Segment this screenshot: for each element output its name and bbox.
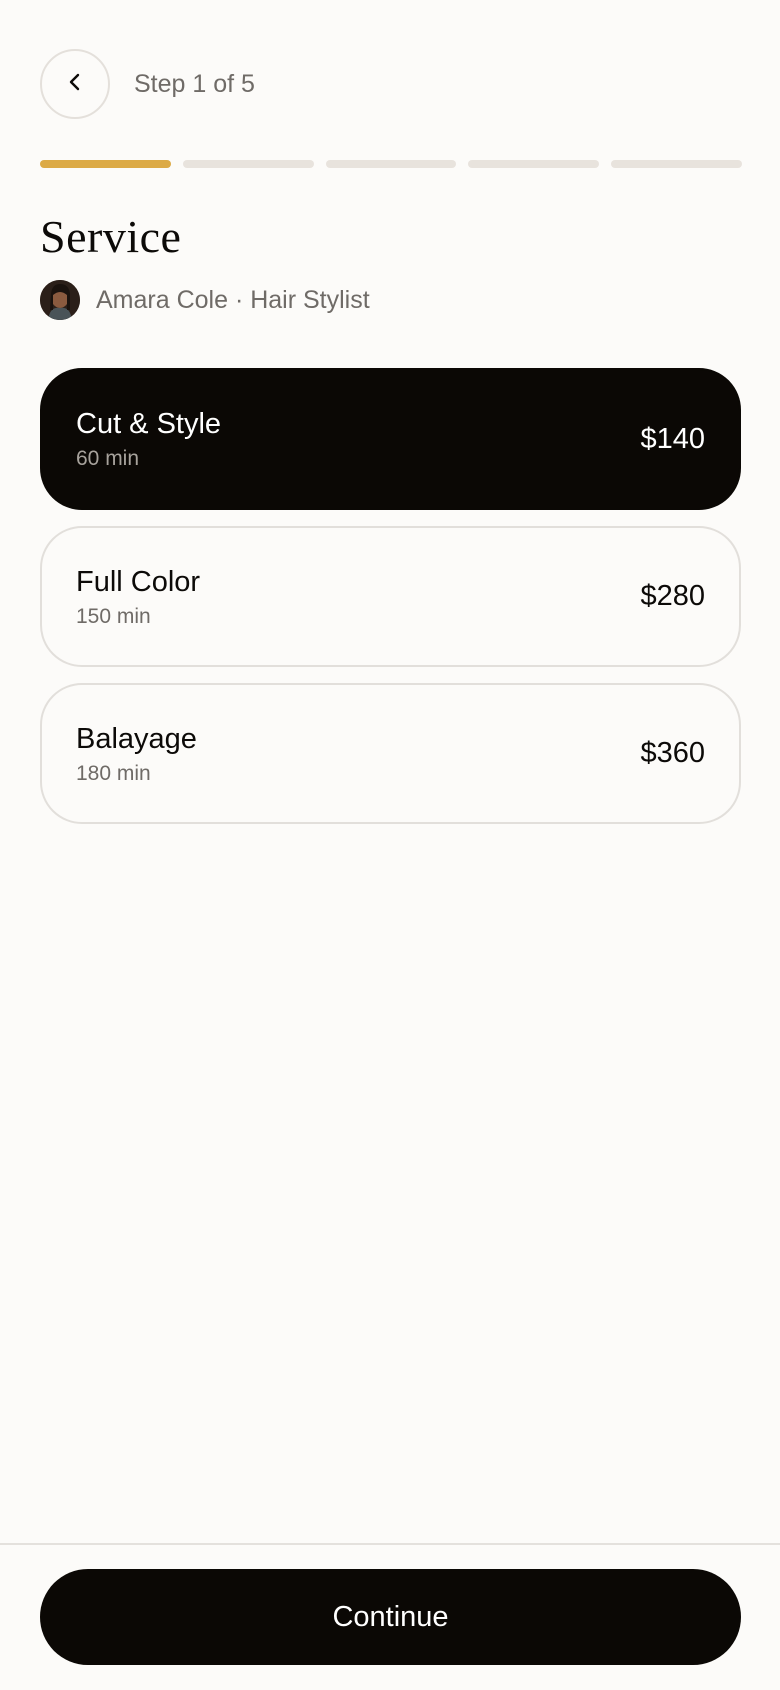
step-progress-bar bbox=[40, 160, 742, 168]
professional-info: Amara Cole · Hair Stylist bbox=[40, 280, 370, 320]
progress-segment-4 bbox=[468, 160, 600, 168]
service-duration: 60 min bbox=[76, 447, 140, 470]
service-price: $140 bbox=[640, 422, 705, 455]
service-duration: 150 min bbox=[76, 604, 151, 628]
progress-segment-2 bbox=[182, 160, 314, 168]
header: Step 1 of 5 bbox=[40, 48, 255, 120]
service-name: Cut & Style bbox=[76, 408, 222, 440]
chevron-left-icon bbox=[64, 71, 86, 98]
service-list: Cut & Style 60 min $140 Full Color 150 m… bbox=[40, 368, 741, 840]
service-duration: 180 min bbox=[76, 761, 151, 785]
progress-segment-3 bbox=[325, 160, 457, 168]
continue-button[interactable]: Continue bbox=[40, 1569, 741, 1665]
back-button[interactable] bbox=[40, 49, 110, 119]
step-indicator: Step 1 of 5 bbox=[134, 69, 255, 98]
service-option-full-color[interactable]: Full Color 150 min $280 bbox=[40, 526, 741, 667]
service-name: Full Color bbox=[76, 565, 201, 598]
service-option-cut-style[interactable]: Cut & Style 60 min $140 bbox=[40, 368, 741, 510]
service-name: Balayage bbox=[76, 722, 197, 755]
service-price: $280 bbox=[640, 580, 705, 612]
avatar bbox=[40, 280, 80, 320]
page-title: Service bbox=[40, 211, 182, 262]
service-option-balayage[interactable]: Balayage 180 min $360 bbox=[40, 683, 741, 824]
service-price: $360 bbox=[640, 737, 705, 769]
professional-name-role: Amara Cole · Hair Stylist bbox=[96, 285, 370, 314]
progress-segment-5 bbox=[611, 160, 742, 168]
progress-segment-1 bbox=[40, 160, 171, 168]
footer-bar: Continue bbox=[0, 1543, 780, 1690]
